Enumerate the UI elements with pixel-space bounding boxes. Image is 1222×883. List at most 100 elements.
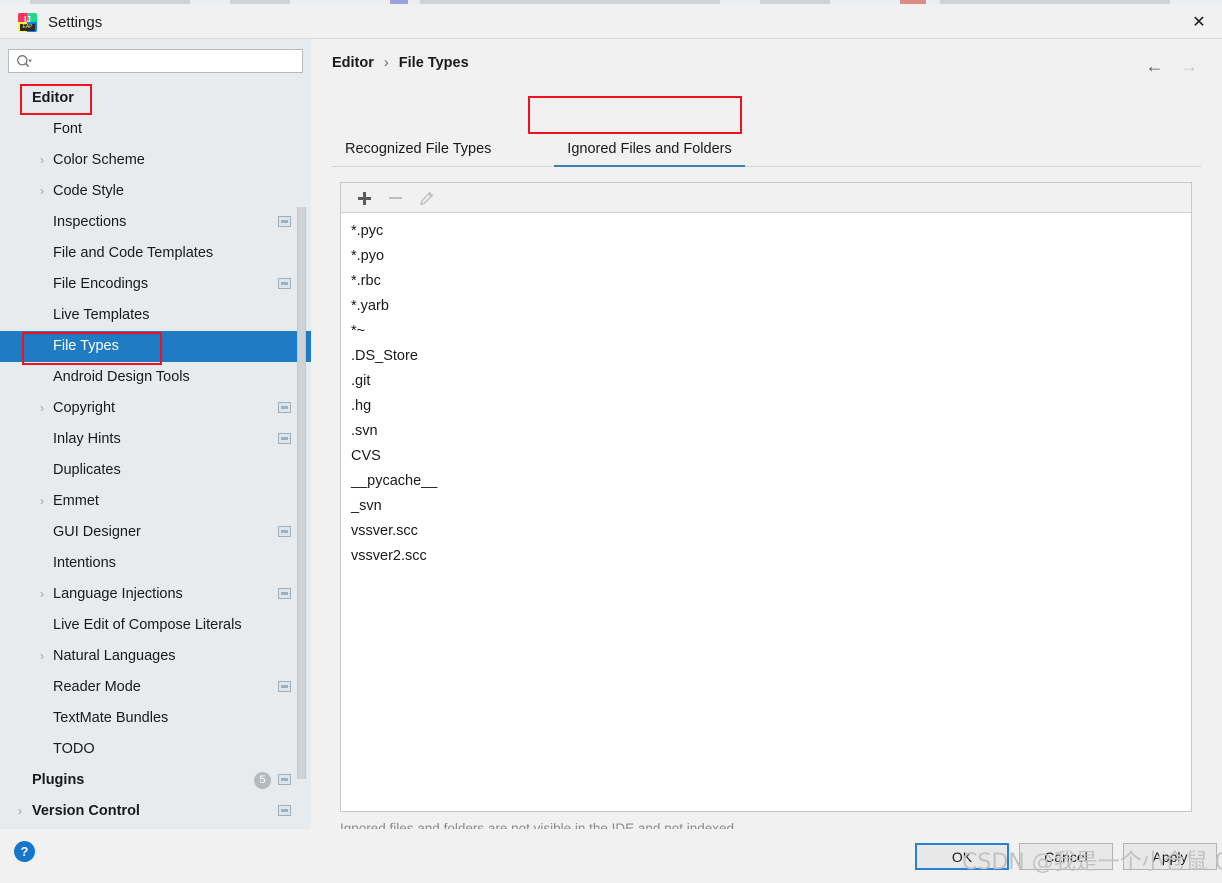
list-item[interactable]: vssver2.scc [351,544,1191,569]
add-button[interactable] [352,186,377,210]
window-title: Settings [48,14,103,31]
edit-button [414,186,439,210]
sidebar-item-label: Code Style [53,183,124,199]
list-item[interactable]: .DS_Store [351,344,1191,369]
sidebar-item-textmate-bundles[interactable]: TextMate Bundles [0,703,311,734]
sidebar-item-natural-languages[interactable]: › Natural Languages [0,641,311,672]
tab-recognized-file-types[interactable]: Recognized File Types [332,132,504,167]
project-scope-icon [278,278,291,289]
chevron-right-icon[interactable]: › [36,176,48,207]
sidebar-item-label: Duplicates [53,462,121,478]
chevron-right-icon[interactable]: › [14,796,26,827]
back-arrow-icon[interactable]: ← [1140,55,1170,77]
sidebar-item-android-design-tools[interactable]: Android Design Tools [0,362,311,393]
breadcrumb: Editor › File Types [332,55,469,71]
settings-sidebar: Editor Font › Color Scheme › Code Style Inspec… [0,39,311,829]
sidebar-item-label: Language Injections [53,586,183,602]
sidebar-item-color-scheme[interactable]: › Color Scheme [0,145,311,176]
sidebar-item-label: Emmet [53,493,99,509]
breadcrumb-root[interactable]: Editor [332,55,374,71]
project-scope-icon [278,216,291,227]
search-input[interactable] [37,51,295,71]
sidebar-item-inspections[interactable]: Inspections [0,207,311,238]
sidebar-item-emmet[interactable]: › Emmet [0,486,311,517]
breadcrumb-separator-icon: › [383,55,389,71]
chevron-right-icon[interactable]: › [36,393,48,424]
chevron-right-icon[interactable]: › [36,486,48,517]
sidebar-item-label: Copyright [53,400,116,416]
list-item[interactable]: *.pyo [351,244,1191,269]
sidebar-item-duplicates[interactable]: Duplicates [0,455,311,486]
project-scope-icon [278,805,291,816]
list-item[interactable]: CVS [351,444,1191,469]
plus-icon [358,191,371,205]
sidebar-item-label: Font [53,121,83,137]
plugin-update-count-badge: 5 [254,772,271,789]
sidebar-item-label: Inspections [53,214,127,230]
sidebar-item-file-encodings[interactable]: File Encodings [0,269,311,300]
sidebar-item-gui-designer[interactable]: GUI Designer [0,517,311,548]
forward-arrow-icon[interactable]: → [1174,55,1204,77]
settings-main-panel: Editor › File Types ← → Recognized File … [311,39,1222,836]
sidebar-item-live-edit-of-compose-literals[interactable]: Live Edit of Compose Literals [0,610,311,641]
list-item[interactable]: *~ [351,319,1191,344]
list-item[interactable]: .git [351,369,1191,394]
sidebar-item-label: Intentions [53,555,116,571]
sidebar-item-label: Android Design Tools [53,369,190,385]
sidebar-item-label: File and Code Templates [53,245,214,261]
sidebar-item-inlay-hints[interactable]: Inlay Hints [0,424,311,455]
chevron-right-icon[interactable]: › [36,579,48,610]
sidebar-item-label: Version Control [32,803,140,819]
project-scope-icon [278,402,291,413]
list-item[interactable]: .svn [351,419,1191,444]
list-item[interactable]: *.rbc [351,269,1191,294]
tab-ignored-files-and-folders[interactable]: Ignored Files and Folders [554,132,745,167]
app-icon-eap-badge: EAP [20,24,35,31]
sidebar-item-copyright[interactable]: › Copyright [0,393,311,424]
ignored-files-list[interactable]: *.pyc *.pyo *.rbc *.yarb *~ .DS_Store .git .hg.… [341,214,1191,811]
title-bar: IJ EAP Settings ✕ [0,5,1222,39]
sidebar-item-label: Live Templates [53,307,150,323]
sidebar-item-label: GUI Designer [53,524,141,540]
list-item[interactable]: *.yarb [351,294,1191,319]
chevron-right-icon[interactable]: › [36,145,48,176]
sidebar-item-label: Editor [32,90,74,106]
sidebar-item-label: Live Edit of Compose Literals [53,617,242,633]
sidebar-item-label: TODO [53,741,95,757]
search-field-wrapper[interactable] [8,49,303,73]
project-scope-icon [278,681,291,692]
sidebar-item-label: Inlay Hints [53,431,121,447]
sidebar-item-language-injections[interactable]: › Language Injections [0,579,311,610]
settings-tree[interactable]: Editor Font › Color Scheme › Code Style Inspec… [0,83,311,829]
project-scope-icon [278,526,291,537]
project-scope-icon [278,774,291,785]
sidebar-item-plugins[interactable]: Plugins 5 [0,765,311,796]
sidebar-item-file-and-code-templates[interactable]: File and Code Templates [0,238,311,269]
chevron-right-icon[interactable]: › [36,641,48,672]
pencil-icon [420,191,434,205]
sidebar-scrollbar-thumb[interactable] [297,207,306,779]
list-toolbar [341,183,1191,213]
close-icon[interactable]: ✕ [1176,5,1222,39]
list-item[interactable]: vssver.scc [351,519,1191,544]
search-icon [17,55,32,68]
list-item[interactable]: *.pyc [351,219,1191,244]
sidebar-item-todo[interactable]: TODO [0,734,311,765]
list-item[interactable]: __pycache__ [351,469,1191,494]
list-item[interactable]: _svn [351,494,1191,519]
sidebar-item-reader-mode[interactable]: Reader Mode [0,672,311,703]
sidebar-item-intentions[interactable]: Intentions [0,548,311,579]
sidebar-item-editor[interactable]: Editor [0,83,311,114]
sidebar-item-label: TextMate Bundles [53,710,169,726]
project-scope-icon [278,433,291,444]
sidebar-item-file-types[interactable]: File Types [0,331,311,362]
help-icon[interactable]: ? [14,841,35,862]
watermark-text: CSDN @我是一个小仓鼠 01 [962,850,1222,875]
sidebar-item-code-style[interactable]: › Code Style [0,176,311,207]
sidebar-item-version-control[interactable]: › Version Control [0,796,311,827]
breadcrumb-leaf: File Types [398,55,469,71]
sidebar-item-label: Reader Mode [53,679,141,695]
list-item[interactable]: .hg [351,394,1191,419]
sidebar-item-font[interactable]: Font [0,114,311,145]
sidebar-item-live-templates[interactable]: Live Templates [0,300,311,331]
